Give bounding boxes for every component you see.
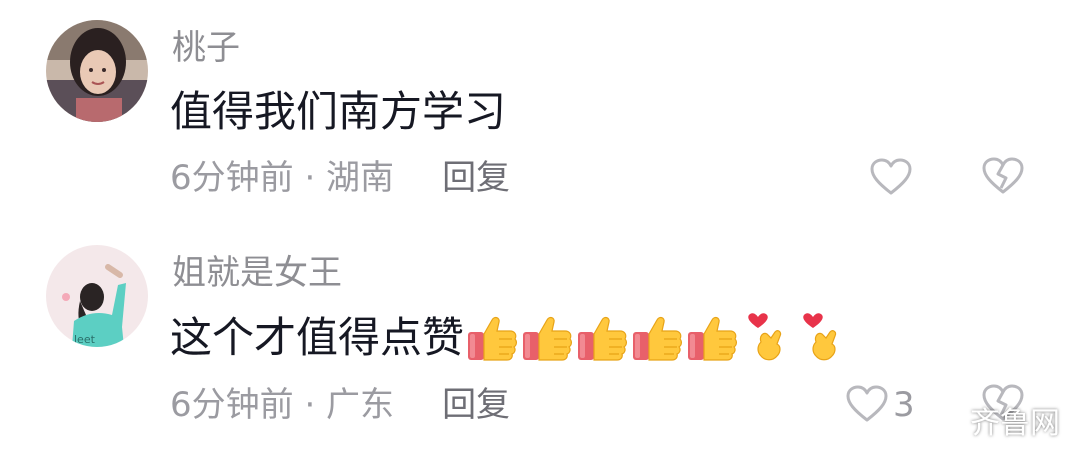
comment-text-body: 这个才值得点赞	[170, 313, 465, 362]
comment-item: 桃子 值得我们南方学习 6分钟前 · 湖南 回复	[0, 0, 1080, 225]
like-button[interactable]	[846, 384, 890, 424]
heart-icon	[870, 158, 912, 195]
avatar[interactable]	[46, 20, 148, 122]
svg-text:leet: leet	[74, 333, 96, 346]
watermark: 齐鲁网	[922, 398, 1060, 442]
avatar[interactable]: leet	[46, 245, 148, 347]
comment-text-body: 值得我们南方学习	[170, 87, 507, 136]
broken-heart-icon	[982, 157, 1024, 194]
like-button[interactable]	[870, 157, 914, 197]
thumbs-up-emoji-icon	[466, 312, 521, 364]
thumbs-up-emoji-icon	[686, 312, 741, 364]
thumbs-up-emoji-icon	[576, 312, 631, 364]
emoji-row	[466, 312, 851, 364]
heart-icon	[846, 385, 888, 422]
finger-heart-emoji-icon	[796, 312, 851, 364]
comment-text: 值得我们南方学习	[170, 87, 506, 137]
comment-meta: 6分钟前 · 广东 回复	[170, 385, 510, 425]
comment-text: 这个才值得点赞	[170, 312, 851, 364]
watermark-text: 齐鲁网	[970, 406, 1060, 441]
like-count: 3	[893, 385, 915, 425]
avatar-image	[46, 20, 148, 122]
finger-heart-emoji-icon	[741, 312, 796, 364]
comment-item: leet 姐就是女王 这个才值得点赞 6分钟前 · 广东 回复 3	[0, 225, 1080, 450]
comment-meta: 6分钟前 · 湖南 回复	[170, 158, 510, 198]
reply-button[interactable]: 回复	[442, 385, 510, 425]
dislike-button[interactable]	[982, 157, 1026, 197]
time-location: 6分钟前 · 湖南	[170, 158, 395, 198]
username[interactable]: 姐就是女王	[172, 253, 342, 293]
time-location: 6分钟前 · 广东	[170, 385, 395, 425]
wechat-icon	[923, 404, 961, 435]
thumbs-up-emoji-icon	[631, 312, 686, 364]
thumbs-up-emoji-icon	[521, 312, 576, 364]
username[interactable]: 桃子	[172, 28, 240, 68]
reply-button[interactable]: 回复	[442, 158, 510, 198]
avatar-image: leet	[46, 245, 148, 347]
